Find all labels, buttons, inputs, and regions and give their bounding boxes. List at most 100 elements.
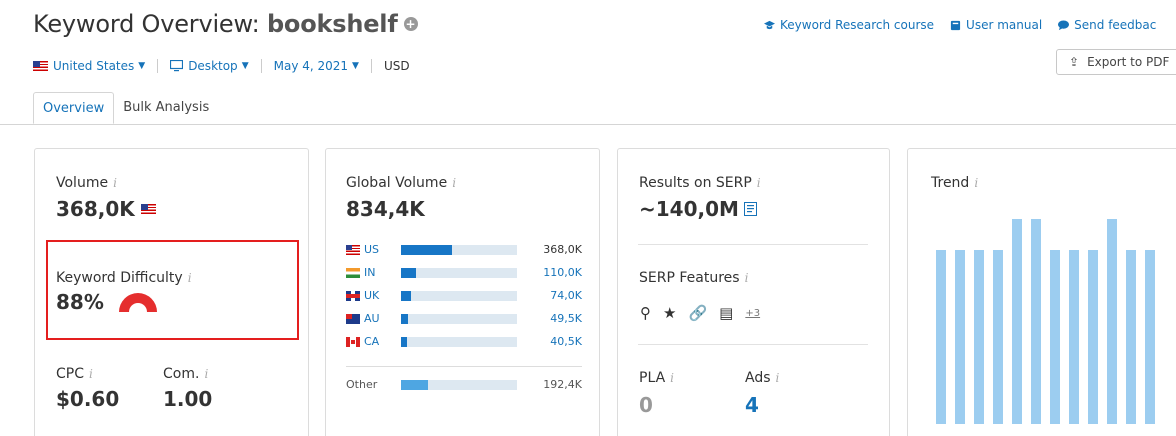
info-icon[interactable]: i [188, 271, 192, 285]
global-volume-value: 834,4K [346, 197, 425, 221]
date-dropdown[interactable]: May 4, 2021 ▼ [274, 59, 359, 73]
chevron-down-icon: ▼ [138, 61, 146, 71]
info-icon[interactable]: i [776, 371, 780, 385]
us-flag-icon [346, 244, 360, 255]
add-keyword-plus-icon[interactable]: + [403, 17, 418, 31]
page-title-row: Keyword Overview: bookshelf + [33, 10, 418, 38]
country-row-uk[interactable]: UK 74,0K [346, 289, 582, 302]
send-feedback-link[interactable]: Send feedbac [1058, 18, 1156, 32]
trend-card: Trend i [907, 148, 1176, 436]
trend-bar[interactable] [955, 250, 965, 424]
serp-card: Results on SERP i ~140,0M SERP Features i … [617, 148, 890, 436]
volume-bar [401, 313, 517, 324]
trend-bar[interactable] [1031, 219, 1041, 424]
serp-page-icon[interactable] [743, 202, 757, 216]
trend-bar[interactable] [993, 250, 1003, 424]
competition-value: 1.00 [163, 387, 213, 411]
trend-bar[interactable] [1088, 250, 1098, 424]
map-pin-icon[interactable]: ⚲ [640, 304, 651, 322]
trend-bar[interactable] [1012, 219, 1022, 424]
star-icon[interactable]: ★ [663, 304, 676, 322]
uk-flag-icon [346, 290, 360, 301]
divider [370, 59, 372, 73]
serp-features-label: SERP Features [639, 270, 740, 286]
book-icon [950, 20, 961, 30]
keyword-difficulty-label: Keyword Difficulty [56, 270, 183, 286]
divider [638, 344, 868, 345]
trend-chart [936, 219, 1176, 424]
user-manual-link[interactable]: User manual [950, 18, 1042, 32]
trend-label: Trend [931, 175, 970, 191]
keyword-research-course-link[interactable]: Keyword Research course [764, 18, 934, 32]
country-row-in[interactable]: IN 110,0K [346, 266, 582, 279]
export-to-pdf-button[interactable]: ⇪ Export to PDF [1056, 49, 1176, 75]
info-icon[interactable]: i [670, 371, 674, 385]
tab-bar: Overview Bulk Analysis [33, 92, 218, 124]
info-icon[interactable]: i [113, 176, 117, 190]
tab-divider [0, 124, 1176, 125]
header-links: Keyword Research course User manual Send… [764, 18, 1172, 32]
us-flag-icon [140, 204, 156, 214]
tab-overview[interactable]: Overview [33, 92, 115, 124]
country-row-other: Other 192,4K [346, 378, 582, 391]
trend-bar[interactable] [1126, 250, 1136, 424]
tab-bulk-analysis[interactable]: Bulk Analysis [114, 92, 218, 124]
divider [260, 59, 262, 73]
cpc-value: $0.60 [56, 387, 120, 411]
volume-label: Volume [56, 175, 109, 191]
filters-bar: United States ▼ Desktop ▼ May 4, 2021 ▼ … [33, 59, 410, 73]
volume-bar [401, 244, 517, 255]
desktop-icon [170, 60, 184, 72]
graduation-cap-icon [764, 20, 775, 29]
us-flag-icon [33, 61, 48, 71]
trend-bar[interactable] [1069, 250, 1079, 424]
serp-features-icons: ⚲ ★ 🔗 ▤ +3 [640, 304, 772, 322]
link-icon[interactable]: 🔗 [688, 304, 707, 322]
volume-bar [401, 290, 517, 301]
pla-label: PLA [639, 370, 666, 386]
trend-bar[interactable] [1107, 219, 1117, 424]
info-icon[interactable]: i [745, 271, 749, 285]
ads-value[interactable]: 4 [745, 393, 759, 417]
results-on-serp-value: ~140,0M [639, 197, 739, 221]
volume-card: Volume i 368,0K Keyword Difficulty i 88% C… [34, 148, 309, 436]
title-keyword: bookshelf [266, 10, 398, 38]
info-icon[interactable]: i [89, 367, 93, 381]
page-title: Keyword Overview: bookshelf [33, 10, 398, 38]
upload-icon: ⇪ [1069, 55, 1080, 69]
info-icon[interactable]: i [204, 367, 208, 381]
pla-value: 0 [639, 393, 653, 417]
info-icon[interactable]: i [974, 176, 978, 190]
trend-bar[interactable] [1050, 250, 1060, 424]
trend-bar[interactable] [1145, 250, 1155, 424]
results-on-serp-label: Results on SERP [639, 175, 752, 191]
country-row-ca[interactable]: CA 40,5K [346, 335, 582, 348]
australia-flag-icon [346, 313, 360, 324]
country-row-us[interactable]: US 368,0K [346, 243, 582, 256]
volume-bar [401, 336, 517, 347]
cpc-label: CPC [56, 366, 84, 382]
global-volume-card: Global Volume i 834,4K US 368,0K IN 110,0… [325, 148, 600, 436]
difficulty-gauge-icon [118, 293, 157, 312]
india-flag-icon [346, 267, 360, 278]
trend-bar[interactable] [974, 250, 984, 424]
more-features-link[interactable]: +3 [745, 308, 760, 319]
divider [157, 59, 159, 73]
keyword-difficulty-highlight-box: Keyword Difficulty i 88% [46, 240, 299, 340]
info-icon[interactable]: i [757, 176, 761, 190]
chat-bubble-icon [1058, 19, 1070, 30]
ads-label: Ads [745, 370, 771, 386]
keyword-difficulty-value: 88% [56, 290, 104, 314]
trend-bar[interactable] [936, 250, 946, 424]
knowledge-panel-icon[interactable]: ▤ [719, 304, 733, 322]
device-dropdown[interactable]: Desktop ▼ [170, 59, 249, 73]
currency-label: USD [383, 59, 410, 73]
info-icon[interactable]: i [452, 176, 456, 190]
volume-bar [401, 267, 517, 278]
country-dropdown[interactable]: United States ▼ [33, 59, 145, 73]
canada-flag-icon [346, 336, 360, 347]
title-prefix: Keyword Overview: [33, 10, 260, 38]
volume-bar [401, 379, 517, 390]
country-row-au[interactable]: AU 49,5K [346, 312, 582, 325]
divider [346, 366, 582, 367]
